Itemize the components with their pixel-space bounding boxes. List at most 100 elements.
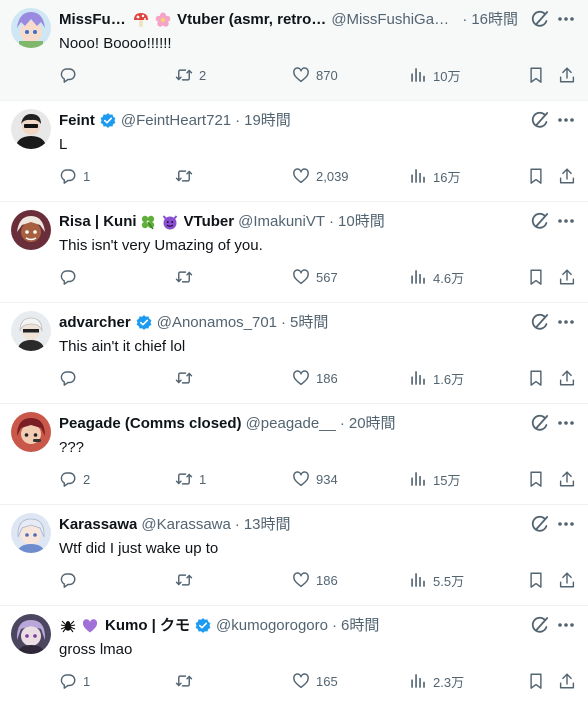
grok-icon[interactable] — [530, 9, 550, 29]
views-button[interactable]: 1.6万 — [409, 368, 464, 388]
bookmark-button[interactable] — [527, 65, 545, 85]
bookmark-button[interactable] — [527, 671, 545, 691]
reply-button[interactable] — [59, 65, 83, 85]
share-icon — [559, 67, 575, 83]
views-button[interactable]: 4.6万 — [409, 267, 464, 287]
like-button[interactable]: 567 — [292, 267, 338, 287]
grok-icon[interactable] — [530, 615, 550, 635]
handle[interactable]: @Anonamos_701 — [157, 312, 277, 334]
display-name-suffix[interactable]: Vtuber (asmr, retro, ... — [177, 9, 327, 31]
retweet-button[interactable] — [175, 267, 199, 287]
display-name[interactable]: MissFushi — [59, 9, 130, 31]
reply-button[interactable] — [59, 368, 83, 388]
handle[interactable]: @peagade__ — [246, 413, 336, 435]
avatar[interactable] — [11, 8, 51, 48]
share-button[interactable] — [558, 671, 576, 691]
display-name[interactable]: Feint — [59, 110, 95, 132]
display-name[interactable]: Risa | Kuni — [59, 211, 137, 233]
handle[interactable]: @kumogorogoro — [216, 615, 328, 637]
like-button[interactable]: 186 — [292, 368, 338, 388]
timestamp[interactable]: 5時間 — [290, 312, 328, 334]
views-icon — [411, 371, 425, 385]
views-button[interactable]: 10万 — [409, 65, 460, 85]
bookmark-button[interactable] — [527, 570, 545, 590]
more-icon[interactable] — [556, 413, 576, 433]
reply-button[interactable]: 1 — [59, 166, 90, 186]
grok-icon[interactable] — [530, 514, 550, 534]
more-icon[interactable] — [556, 615, 576, 635]
handle[interactable]: @Karassawa — [141, 514, 230, 536]
action-bar: 2 1 934 15万 — [59, 469, 578, 489]
retweet-button[interactable]: 2 — [175, 65, 206, 85]
tweet-text: gross lmao — [59, 641, 133, 658]
share-button[interactable] — [558, 65, 576, 85]
retweet-button[interactable]: 1 — [175, 469, 206, 489]
like-button[interactable]: 2,039 — [292, 166, 349, 186]
handle[interactable]: @MissFushiGami... — [331, 9, 458, 31]
grok-icon[interactable] — [530, 110, 550, 130]
timestamp[interactable]: 20時間 — [349, 413, 396, 435]
retweet-button[interactable] — [175, 368, 199, 388]
avatar[interactable] — [11, 311, 51, 351]
views-button[interactable]: 2.3万 — [409, 671, 464, 691]
timestamp[interactable]: 10時間 — [338, 211, 385, 233]
avatar[interactable] — [11, 513, 51, 553]
share-icon — [559, 673, 575, 689]
share-button[interactable] — [558, 469, 576, 489]
display-name[interactable]: advarcher — [59, 312, 131, 334]
avatar[interactable] — [11, 412, 51, 452]
share-button[interactable] — [558, 166, 576, 186]
bookmark-button[interactable] — [527, 166, 545, 186]
timestamp[interactable]: 13時間 — [244, 514, 291, 536]
display-name[interactable]: Peagade (Comms closed) — [59, 413, 242, 435]
like-button[interactable]: 870 — [292, 65, 338, 85]
like-count: 567 — [316, 269, 338, 285]
more-icon[interactable] — [556, 312, 576, 332]
more-icon[interactable] — [556, 211, 576, 231]
purple-heart-emoji — [81, 617, 99, 635]
tweet[interactable]: Risa | Kuni VTuber @ImakuniVT · 10時間 Thi… — [0, 202, 588, 303]
like-button[interactable]: 165 — [292, 671, 338, 691]
reply-button[interactable] — [59, 570, 83, 590]
bookmark-button[interactable] — [527, 368, 545, 388]
more-icon[interactable] — [556, 514, 576, 534]
avatar[interactable] — [11, 614, 51, 654]
timestamp[interactable]: 6時間 — [341, 615, 379, 637]
views-button[interactable]: 5.5万 — [409, 570, 464, 590]
tweet[interactable]: Feint @FeintHeart721 · 19時間 L 1 2,039 16… — [0, 101, 588, 202]
tweet[interactable]: Peagade (Comms closed) @peagade__ · 20時間… — [0, 404, 588, 505]
handle[interactable]: @FeintHeart721 — [121, 110, 231, 132]
timestamp[interactable]: 16時間 — [471, 9, 518, 31]
display-name-suffix[interactable]: VTuber — [184, 211, 235, 233]
share-button[interactable] — [558, 570, 576, 590]
bookmark-button[interactable] — [527, 267, 545, 287]
share-button[interactable] — [558, 368, 576, 388]
handle[interactable]: @ImakuniVT — [238, 211, 325, 233]
more-icon[interactable] — [556, 9, 576, 29]
grok-icon[interactable] — [530, 211, 550, 231]
reply-button[interactable] — [59, 267, 83, 287]
display-name[interactable]: Kumo | クモ — [105, 615, 190, 637]
retweet-button[interactable] — [175, 671, 199, 691]
more-icon[interactable] — [556, 110, 576, 130]
grok-icon[interactable] — [530, 312, 550, 332]
reply-button[interactable]: 1 — [59, 671, 90, 691]
tweet[interactable]: advarcher @Anonamos_701 · 5時間 This ain't… — [0, 303, 588, 404]
display-name[interactable]: Karassawa — [59, 514, 137, 536]
share-button[interactable] — [558, 267, 576, 287]
bookmark-button[interactable] — [527, 469, 545, 489]
avatar[interactable] — [11, 210, 51, 250]
tweet[interactable]: Karassawa @Karassawa · 13時間 Wtf did I ju… — [0, 505, 588, 606]
like-button[interactable]: 934 — [292, 469, 338, 489]
timestamp[interactable]: 19時間 — [244, 110, 291, 132]
avatar[interactable] — [11, 109, 51, 149]
reply-button[interactable]: 2 — [59, 469, 90, 489]
retweet-button[interactable] — [175, 570, 199, 590]
tweet[interactable]: Kumo | クモ @kumogorogoro · 6時間 gross lmao… — [0, 606, 588, 707]
grok-icon[interactable] — [530, 413, 550, 433]
retweet-button[interactable] — [175, 166, 199, 186]
tweet[interactable]: MissFushi Vtuber (asmr, retro, ... @Miss… — [0, 0, 588, 101]
like-button[interactable]: 186 — [292, 570, 338, 590]
views-button[interactable]: 16万 — [409, 166, 460, 186]
views-button[interactable]: 15万 — [409, 469, 460, 489]
